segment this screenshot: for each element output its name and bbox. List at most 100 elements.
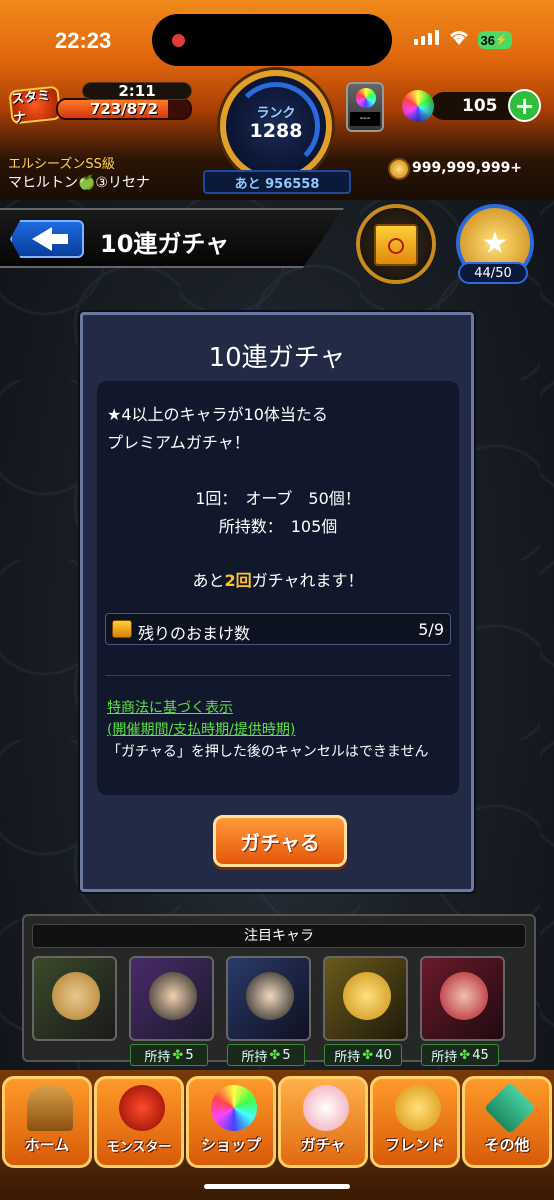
- recording-icon: [172, 34, 185, 47]
- nav-shop[interactable]: ショップ: [186, 1076, 276, 1168]
- stamina-timer: 2:11: [82, 82, 192, 100]
- ticket-icon[interactable]: ---: [346, 82, 384, 132]
- nav-label: ガチャ: [300, 1136, 346, 1154]
- friend-icon: [395, 1085, 441, 1131]
- stamina-bar: 723/872: [56, 98, 192, 120]
- charging-icon: ⚡: [495, 34, 508, 46]
- dialog-body: ★4以上のキャラが10体当たる プレミアムガチャ！ 1回： オーブ 50個！ 所…: [97, 381, 459, 795]
- character-card[interactable]: [323, 956, 408, 1041]
- cost-line: 1回： オーブ 50個！: [195, 489, 361, 508]
- remaining-pulls: あと2回ガチャれます！: [97, 567, 459, 591]
- character-card[interactable]: [32, 956, 117, 1041]
- top-header: 22:23 36 ⚡ スタミナ 723/872 2:11 ランク 1288 あと …: [0, 0, 554, 200]
- remaining-suffix: ガチャれます！: [251, 571, 364, 590]
- owned-value: 40: [375, 1047, 392, 1063]
- wifi-icon: [450, 31, 468, 45]
- cancel-notice: 「ガチャる」を押した後のキャンセルはできません: [107, 744, 429, 760]
- clover-icon: ✤: [362, 1047, 374, 1063]
- nav-home[interactable]: ホーム: [2, 1076, 92, 1168]
- coin-icon: [388, 158, 410, 180]
- bonus-box-button[interactable]: [356, 204, 436, 284]
- box-seal-icon: [388, 238, 404, 254]
- owned-value: 45: [472, 1047, 489, 1063]
- gacha-icon: [303, 1085, 349, 1131]
- character-portrait: [149, 972, 197, 1020]
- box-icon: [112, 620, 132, 638]
- page-title: 10連ガチャ: [100, 230, 230, 258]
- nav-label: ホーム: [24, 1136, 70, 1154]
- remaining-count: 2回: [224, 571, 252, 590]
- owned-count: 所持 ✤ 5: [227, 1044, 305, 1066]
- nav-label: その他: [484, 1136, 530, 1154]
- character-card[interactable]: [420, 956, 505, 1041]
- featured-header: 注目キャラ: [32, 924, 526, 948]
- legal-period-link[interactable]: (開催期間/支払時期/提供時期): [107, 719, 295, 739]
- clover-icon: ✤: [269, 1047, 281, 1063]
- character-card[interactable]: [226, 956, 311, 1041]
- rank-label: ランク: [256, 106, 296, 121]
- bonus-value: 5/9: [418, 620, 444, 639]
- description-line-1: ★4以上のキャラが10体当たる: [107, 405, 328, 424]
- clock: 22:23: [55, 28, 112, 53]
- star-count: 44/50: [458, 262, 528, 284]
- back-arrow-icon: [32, 227, 52, 251]
- orb-icon: [211, 1085, 257, 1131]
- character-list: [32, 956, 505, 1041]
- player-name: マヒルトン🍏③リセナ: [8, 175, 150, 191]
- clover-icon: ✤: [459, 1047, 471, 1063]
- stamina-icon: スタミナ: [8, 85, 62, 126]
- nav-label: ショップ: [200, 1136, 261, 1154]
- rank-badge[interactable]: ランク 1288: [220, 70, 332, 182]
- bonus-label: 残りのおまけ数: [138, 624, 251, 643]
- gacha-button[interactable]: ガチャる: [213, 815, 347, 867]
- character-card[interactable]: [129, 956, 214, 1041]
- nav-other[interactable]: その他: [462, 1076, 552, 1168]
- owned-count: 所持 ✤ 5: [130, 1044, 208, 1066]
- legal-link[interactable]: 特商法に基づく表示: [107, 697, 233, 717]
- owned-label: 所持: [334, 1049, 361, 1065]
- featured-characters: 注目キャラ 所持 ✤ 5 所持 ✤ 5 所持 ✤ 40 所持 ✤ 45: [22, 914, 536, 1066]
- home-indicator: [204, 1184, 350, 1189]
- orb-icon: [402, 90, 434, 122]
- orb-count: 105: [462, 96, 498, 116]
- gacha-cost: 1回： オーブ 50個！ 所持数： 105個: [97, 485, 459, 541]
- owned-value: 5: [185, 1047, 194, 1063]
- nav-friend[interactable]: フレンド: [370, 1076, 460, 1168]
- dragon-icon: [119, 1085, 165, 1131]
- battery-icon: 36 ⚡: [478, 31, 512, 49]
- ticket-orb-icon: [356, 88, 376, 108]
- back-button[interactable]: [10, 220, 84, 258]
- nav-label: フレンド: [384, 1136, 445, 1154]
- coin-count: 999,999,999+: [412, 160, 523, 176]
- clover-icon: ✤: [172, 1047, 184, 1063]
- character-portrait: [52, 972, 100, 1020]
- owned-label: 所持: [241, 1049, 268, 1065]
- nav-gacha[interactable]: ガチャ: [278, 1076, 368, 1168]
- remaining-prefix: あと: [192, 571, 225, 590]
- owned-line: 所持数： 105個: [218, 517, 338, 536]
- character-portrait: [246, 972, 294, 1020]
- stamina-value: 723/872: [89, 100, 159, 118]
- dialog-title: 10連ガチャ: [208, 343, 346, 373]
- dynamic-island: [152, 14, 392, 66]
- treasure-box-icon: [374, 224, 418, 266]
- bonus-row: 残りのおまけ数 5/9: [105, 613, 451, 645]
- owned-label: 所持: [431, 1049, 458, 1065]
- buy-orb-button[interactable]: +: [508, 89, 541, 122]
- status-bar: 22:23 36 ⚡: [0, 0, 554, 70]
- gacha-dialog: 10連ガチャ ★4以上のキャラが10体当たる プレミアムガチャ！ 1回： オーブ…: [80, 312, 474, 892]
- player-title: エルシーズンSS級: [8, 157, 115, 172]
- signal-icon: [414, 30, 439, 45]
- owned-count: 所持 ✤ 45: [421, 1044, 499, 1066]
- gacha-description: ★4以上のキャラが10体当たる プレミアムガチャ！: [107, 401, 328, 457]
- rank-value: 1288: [249, 120, 303, 142]
- battery-level: 36: [480, 32, 495, 48]
- description-line-2: プレミアムガチャ！: [107, 433, 250, 452]
- nav-label: モンスター: [106, 1140, 172, 1155]
- nav-monster[interactable]: モンスター: [94, 1076, 184, 1168]
- other-icon: [483, 1081, 537, 1135]
- character-portrait: [343, 972, 391, 1020]
- divider: [105, 675, 451, 676]
- back-arrow-tail: [52, 234, 68, 244]
- ticket-value: ---: [350, 112, 380, 126]
